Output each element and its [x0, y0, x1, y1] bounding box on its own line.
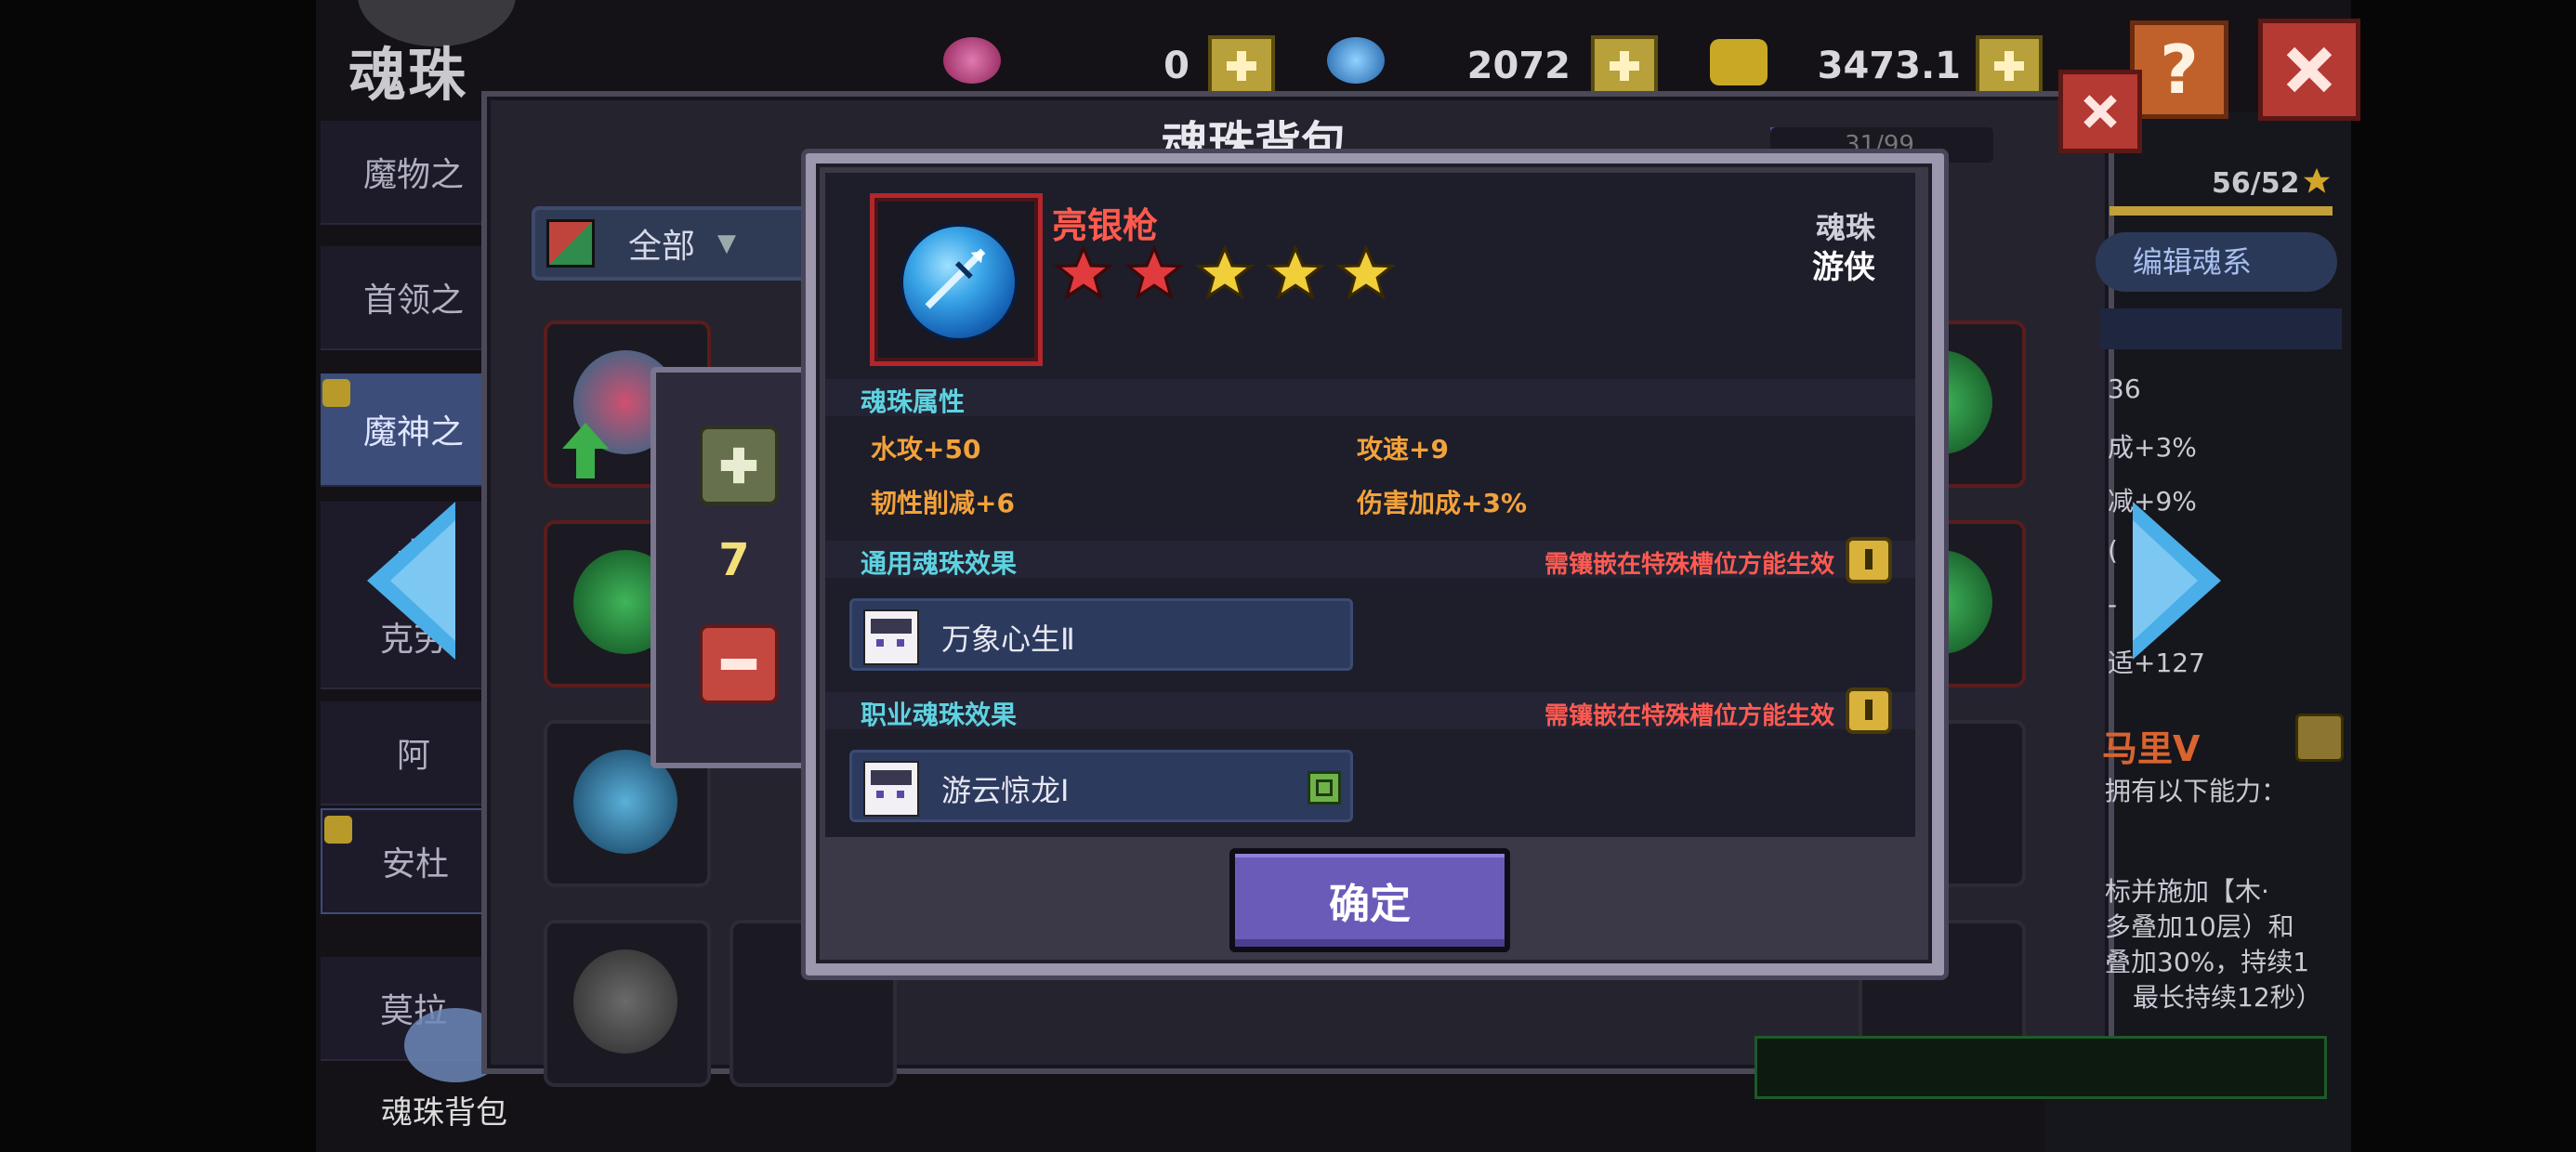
edit-soul-system-button[interactable]: 编辑魂系	[2096, 232, 2337, 292]
attribute-stat: 水攻+50	[871, 434, 981, 465]
sidebar-item-5[interactable]: 阿	[321, 701, 506, 805]
quantity-plus-button[interactable]	[699, 425, 779, 505]
effect-avatar-icon	[863, 761, 919, 817]
attribute-stat: 韧性削减+6	[871, 488, 1015, 518]
stat-line: 减+9%	[2108, 486, 2197, 517]
general-effect-name: 万象心生Ⅱ	[941, 622, 1075, 657]
skill-desc-line: 拥有以下能力：	[2105, 776, 2288, 806]
minus-icon	[720, 659, 757, 670]
stat-line: 成+3%	[2108, 432, 2197, 463]
skill-desc-line: 标并施加【木·	[2105, 876, 2269, 907]
skill-title: 马里V	[2102, 728, 2201, 769]
attributes-header	[825, 379, 1915, 416]
lock-badge-icon	[322, 379, 350, 407]
add-pink-gem-button[interactable]	[1208, 35, 1275, 97]
stat-line: -	[2108, 589, 2118, 620]
general-effect-item[interactable]: 万象心生Ⅱ	[849, 598, 1353, 671]
class-effect-title: 职业魂珠效果	[861, 700, 1018, 730]
class-tag-icon	[1308, 771, 1341, 805]
stat-line: (	[2108, 535, 2118, 566]
stats-header	[2100, 308, 2342, 349]
close-icon	[2083, 95, 2117, 128]
gold-star-icon	[1336, 244, 1396, 300]
effect-avatar-icon	[863, 609, 919, 665]
lock-icon[interactable]	[1846, 537, 1892, 583]
plus-icon	[720, 447, 757, 484]
confirm-button[interactable]: 确定	[1229, 848, 1510, 952]
pink-gem-count: 0	[1163, 45, 1189, 87]
star-icon	[2303, 167, 2331, 193]
category-filter-dropdown[interactable]: 全部 ▼	[532, 206, 827, 281]
general-effect-title: 通用魂珠效果	[861, 548, 1018, 579]
sidebar-item-2[interactable]: 魔神之	[321, 373, 506, 487]
silver-spear-orb-icon	[900, 223, 1019, 342]
blue-diamond-icon	[1327, 37, 1385, 84]
prev-arrow-icon[interactable]	[367, 502, 460, 660]
red-star-icon	[1124, 244, 1184, 300]
category-icon	[546, 219, 595, 268]
attributes-title: 魂珠属性	[861, 386, 966, 417]
sidebar-item-1[interactable]: 首领之	[321, 246, 506, 350]
stat-line: 适+127	[2108, 648, 2205, 678]
red-star-icon	[1054, 244, 1113, 300]
blue-diamond-count: 2072	[1466, 45, 1571, 87]
general-effect-warning: 需镶嵌在特殊槽位方能生效	[1544, 551, 1834, 579]
item-name: 亮银枪	[1052, 205, 1159, 246]
next-arrow-icon[interactable]	[2128, 502, 2221, 660]
lock-icon[interactable]	[1846, 687, 1892, 734]
soul-bag-label[interactable]: 魂珠背包	[381, 1087, 507, 1132]
gold-coin-icon	[1710, 39, 1768, 85]
sidebar-item-0[interactable]: 魔物之	[321, 121, 506, 225]
skill-desc-line: 叠加30%，持续1	[2105, 947, 2310, 977]
pink-gem-icon	[943, 37, 1001, 84]
quantity-value: 7	[718, 534, 750, 586]
skill-desc-line: 最长持续12秒）	[2133, 982, 2322, 1013]
upgrade-arrow-icon	[562, 423, 609, 478]
class-effect-name: 游云惊龙Ⅰ	[941, 773, 1070, 808]
soul-level: 56/52	[2212, 167, 2300, 200]
lock-icon	[2295, 713, 2344, 762]
equip-button[interactable]	[1755, 1036, 2327, 1099]
add-blue-diamond-button[interactable]	[1591, 35, 1658, 97]
help-button[interactable]: ?	[2130, 20, 2228, 119]
close-icon	[2286, 46, 2333, 93]
quantity-minus-button[interactable]	[699, 624, 779, 704]
skill-desc-line: 多叠加10层）和	[2105, 911, 2294, 942]
attribute-stat: 伤害加成+3%	[1357, 488, 1527, 518]
item-class: 游侠	[1812, 249, 1875, 286]
soul-slot[interactable]	[544, 920, 711, 1087]
level-progress-bar	[2109, 206, 2333, 216]
gold-star-icon	[1266, 244, 1325, 300]
stat-line: 36	[2108, 373, 2141, 404]
soul-gem-icon	[573, 949, 677, 1054]
page-title: 魂珠	[348, 41, 468, 109]
gold-star-icon	[1195, 244, 1255, 300]
bag-close-button[interactable]	[2058, 70, 2142, 153]
class-effect-item[interactable]: 游云惊龙Ⅰ	[849, 750, 1353, 822]
chevron-down-icon: ▼	[717, 229, 737, 257]
lock-badge-icon	[324, 816, 352, 844]
class-effect-warning: 需镶嵌在特殊槽位方能生效	[1544, 702, 1834, 730]
add-gold-button[interactable]	[1976, 35, 2043, 97]
close-button[interactable]	[2258, 19, 2360, 121]
attribute-stat: 攻速+9	[1357, 434, 1449, 465]
